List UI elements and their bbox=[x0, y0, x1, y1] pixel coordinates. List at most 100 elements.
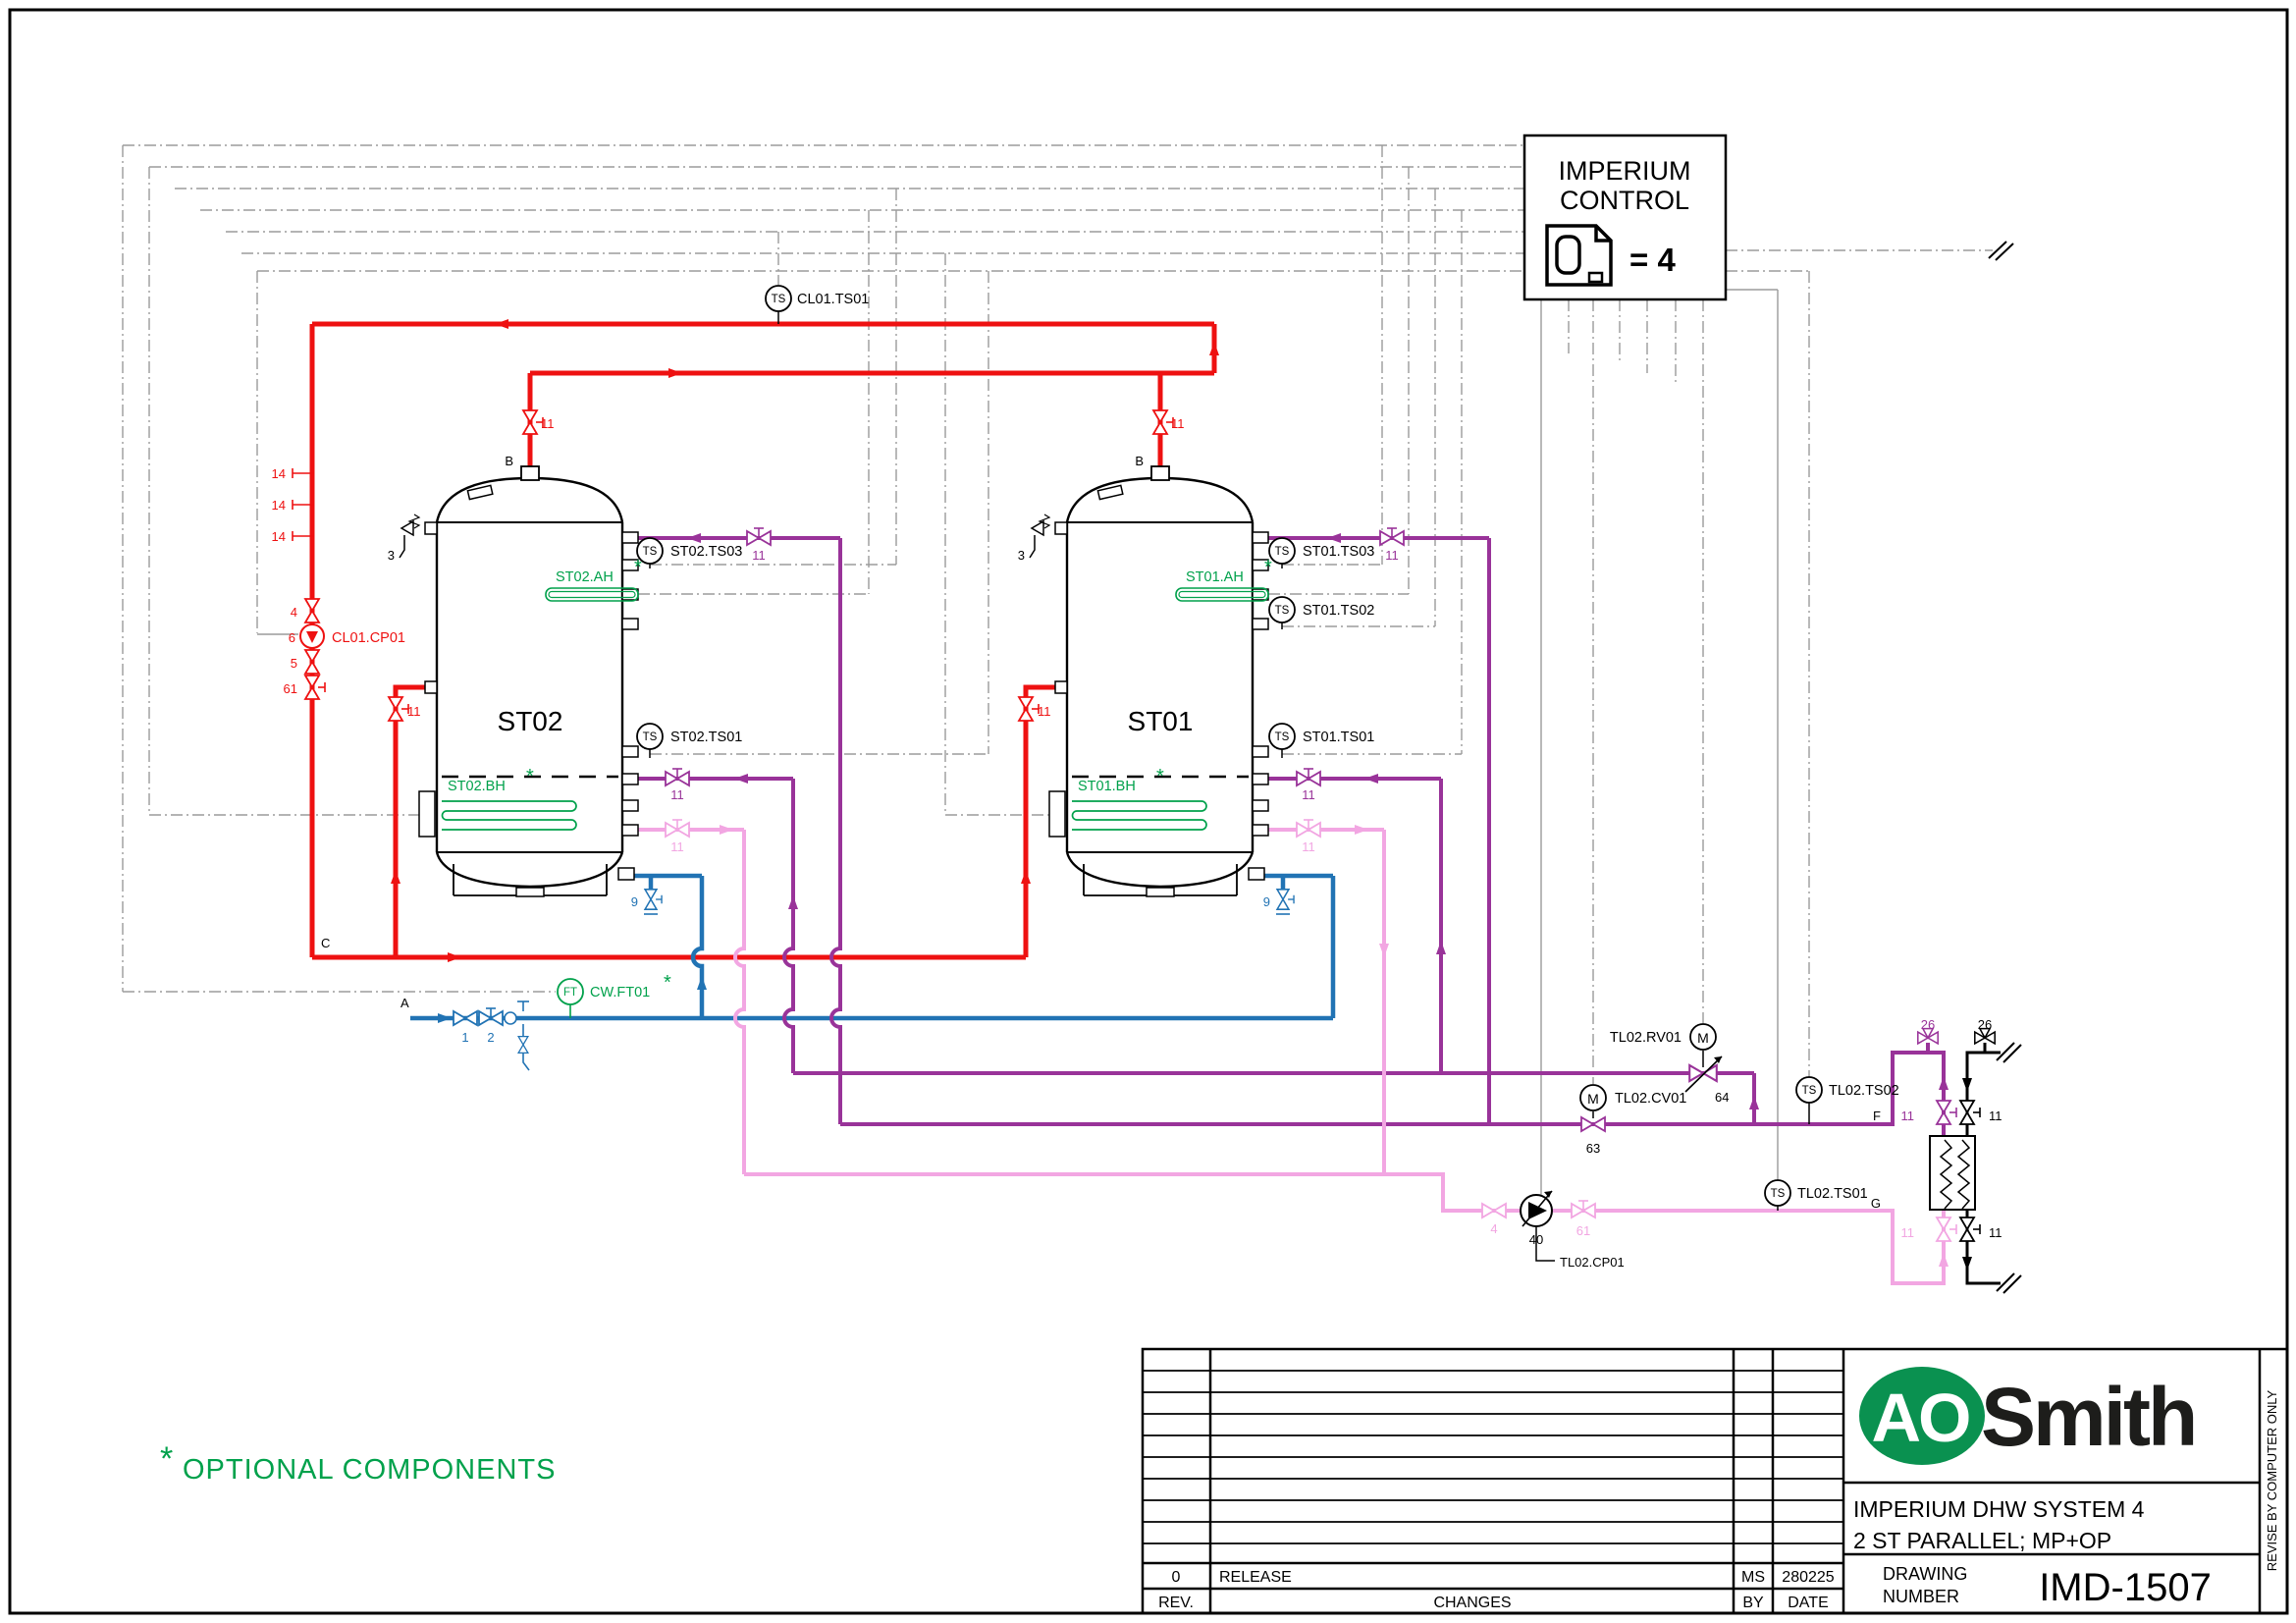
valve-number: 4 bbox=[291, 605, 297, 620]
release-text: RELEASE bbox=[1219, 1569, 1292, 1586]
valve-number: 11 bbox=[1989, 1225, 2002, 1240]
pump-cl01-cp01 bbox=[300, 624, 324, 648]
label-st01-ah: ST01.AH bbox=[1186, 569, 1244, 585]
ft-glyph: FT bbox=[563, 987, 577, 999]
optional-asterisk: * bbox=[664, 972, 671, 994]
drawing-title-line2: 2 ST PARALLEL; MP+OP bbox=[1853, 1528, 2111, 1553]
valve-11-st02-top bbox=[523, 410, 543, 434]
valve-number: 11 bbox=[1171, 416, 1185, 431]
revise-note-vertical: REVISE BY COMPUTER ONLY bbox=[2265, 1389, 2279, 1571]
check-valve-cw bbox=[505, 1012, 516, 1024]
red-circulation-piping bbox=[293, 319, 1219, 962]
blue-cold-water-piping bbox=[410, 876, 1333, 1070]
st02-bh-element bbox=[442, 801, 576, 830]
valve-number: 5 bbox=[291, 656, 297, 671]
pump-tl02-cp01 bbox=[1521, 1191, 1552, 1226]
valve-11-hx-purple bbox=[1937, 1101, 1956, 1124]
date-label: DATE bbox=[1788, 1595, 1828, 1611]
title-block: 0 RELEASE MS 280225 REV. CHANGES BY DATE… bbox=[1143, 1349, 2287, 1613]
valve-1-cw-inlet bbox=[454, 1011, 477, 1025]
valve-11-hx-black-top bbox=[1960, 1101, 1980, 1124]
valve-number: 11 bbox=[1901, 1225, 1915, 1240]
valve-number: 61 bbox=[284, 681, 297, 696]
tank-st02: ST02 bbox=[400, 466, 638, 896]
drain-valve-9-st01 bbox=[1277, 890, 1294, 909]
ts-glyph: TS bbox=[1275, 731, 1290, 743]
ts-glyph: TS bbox=[772, 294, 786, 305]
by-value: MS bbox=[1741, 1569, 1765, 1586]
date-value: 280225 bbox=[1782, 1569, 1834, 1586]
valve-number: 3 bbox=[1018, 548, 1025, 563]
motor-glyph: M bbox=[1697, 1030, 1709, 1046]
label-cl01-cp01: CL01.CP01 bbox=[332, 630, 405, 646]
label-st01-bh: ST01.BH bbox=[1078, 779, 1136, 794]
tank-label-st01: ST01 bbox=[1128, 706, 1194, 736]
valve-number: 11 bbox=[670, 787, 684, 802]
by-label: BY bbox=[1742, 1595, 1764, 1611]
valve-number: 40 bbox=[1529, 1232, 1543, 1247]
label-tl02-ts02: TL02.TS02 bbox=[1829, 1083, 1899, 1099]
optional-asterisk: * bbox=[634, 557, 642, 578]
valve-number: 11 bbox=[1385, 548, 1399, 563]
valve-number: 63 bbox=[1586, 1141, 1600, 1156]
ts-glyph: TS bbox=[1275, 605, 1290, 617]
valve-11-st01-low bbox=[1297, 820, 1320, 837]
valve-11-st02-low bbox=[666, 820, 689, 837]
rev-value: 0 bbox=[1172, 1569, 1181, 1586]
rev-label: REV. bbox=[1158, 1595, 1194, 1611]
valve-number: 9 bbox=[1263, 894, 1270, 909]
point-a: A bbox=[400, 996, 409, 1010]
point-b: B bbox=[1135, 454, 1144, 468]
st01-bh-element bbox=[1072, 801, 1206, 830]
valve-number: 26 bbox=[1921, 1017, 1935, 1032]
point-f: F bbox=[1873, 1109, 1881, 1123]
valve-number: 11 bbox=[1901, 1109, 1915, 1123]
valve-number: 11 bbox=[541, 416, 555, 431]
valve-number: 14 bbox=[272, 529, 286, 544]
valve-number: 11 bbox=[1302, 839, 1315, 854]
pid-drawing-page: IMPERIUM CONTROL = 4 bbox=[0, 0, 2296, 1623]
drawing-number-label-1: DRAWING bbox=[1883, 1564, 1967, 1584]
imperium-control-box: IMPERIUM CONTROL = 4 bbox=[1524, 135, 1726, 299]
optional-asterisk: * bbox=[1156, 766, 1164, 787]
valve-number: 11 bbox=[752, 548, 766, 563]
ts-glyph: TS bbox=[643, 731, 658, 743]
ts-glyph: TS bbox=[1275, 546, 1290, 558]
valve-11-st01-top bbox=[1153, 410, 1173, 434]
valve-number: 11 bbox=[670, 839, 684, 854]
tank-label-st02: ST02 bbox=[498, 706, 563, 736]
ts-glyph: TS bbox=[1802, 1085, 1817, 1097]
ts-glyph: TS bbox=[643, 546, 658, 558]
label-st02-ts03: ST02.TS03 bbox=[670, 544, 742, 560]
label-st02-ts01: ST02.TS01 bbox=[670, 730, 742, 745]
valve-11-st02-mid bbox=[666, 769, 689, 785]
valve-number: 1 bbox=[461, 1030, 468, 1045]
point-b: B bbox=[505, 454, 513, 468]
valve-number: 3 bbox=[388, 548, 395, 563]
relief-valve-3-st02 bbox=[400, 514, 419, 558]
point-c: C bbox=[321, 936, 330, 950]
valve-11-st02-feed bbox=[389, 697, 408, 721]
ts-glyph: TS bbox=[1771, 1188, 1786, 1200]
valve-11-st02-top-out bbox=[747, 528, 771, 545]
label-cw-ft01: CW.FT01 bbox=[590, 985, 650, 1001]
label-st01-ts01: ST01.TS01 bbox=[1303, 730, 1374, 745]
pink-return-piping bbox=[638, 820, 1956, 1283]
label-st02-bh: ST02.BH bbox=[448, 779, 506, 794]
pid-drawing-canvas: IMPERIUM CONTROL = 4 bbox=[0, 0, 2296, 1623]
valve-number: 11 bbox=[1038, 704, 1051, 719]
controller-count: = 4 bbox=[1629, 242, 1676, 278]
revision-rows bbox=[1143, 1371, 1843, 1543]
valve-number: 6 bbox=[289, 630, 295, 645]
valve-11-hx-pink bbox=[1937, 1217, 1956, 1241]
drawing-title-line1: IMPERIUM DHW SYSTEM 4 bbox=[1853, 1496, 2145, 1522]
valve-number: 11 bbox=[1302, 787, 1315, 802]
valve-number: 11 bbox=[407, 704, 421, 719]
valve-63-cv01 bbox=[1581, 1117, 1605, 1131]
label-st02-ah: ST02.AH bbox=[556, 569, 614, 585]
changes-label: CHANGES bbox=[1433, 1595, 1511, 1611]
control-box-title-line1: IMPERIUM bbox=[1559, 156, 1691, 186]
relief-valve-cw bbox=[518, 1037, 528, 1054]
drain-valve-9-st02 bbox=[645, 890, 662, 909]
valve-number: 64 bbox=[1715, 1090, 1729, 1105]
